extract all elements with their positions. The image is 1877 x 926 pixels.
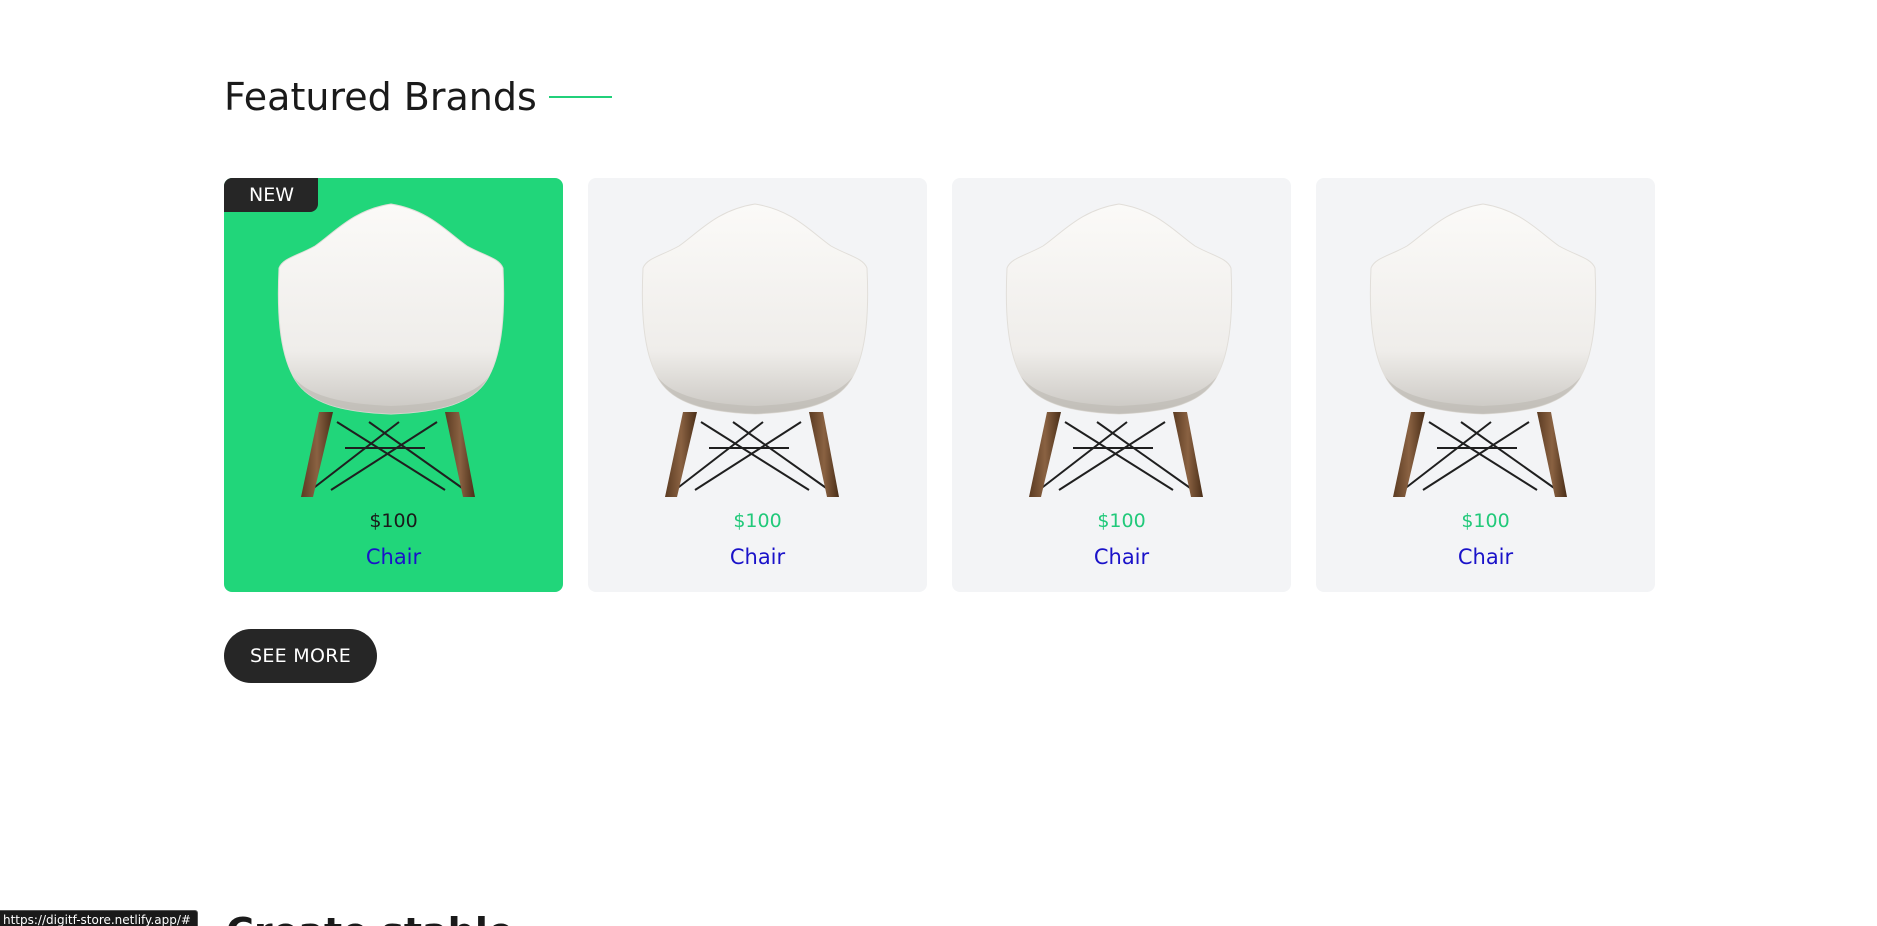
product-name-link[interactable]: Chair (952, 545, 1291, 569)
new-badge: NEW (224, 178, 319, 212)
product-price: $100 (733, 510, 782, 532)
product-price: $100 (1461, 510, 1510, 532)
product-name-link[interactable]: Chair (1316, 545, 1655, 569)
see-more-button[interactable]: SEE MORE (224, 629, 378, 683)
product-card[interactable]: $100 Chair (1316, 178, 1655, 592)
chair-image (641, 203, 869, 497)
page: Featured Brands NEW $100 Chair $100 Chai… (0, 0, 1877, 926)
chair-image (1369, 203, 1597, 497)
chair-image (1005, 203, 1233, 497)
product-grid: NEW $100 Chair $100 Chair $100 Chair $10… (224, 178, 1655, 592)
chair-image (277, 203, 505, 497)
product-card[interactable]: $100 Chair (952, 178, 1291, 592)
section-title: Featured Brands (224, 75, 537, 119)
status-bar-url: https://digitf-store.netlify.app/# (0, 910, 198, 926)
product-card[interactable]: $100 Chair (588, 178, 927, 592)
product-price: $100 (1097, 510, 1146, 532)
product-card[interactable]: NEW $100 Chair (224, 178, 563, 592)
title-accent-line (548, 96, 612, 98)
featured-brands-header: Featured Brands (224, 78, 612, 116)
product-price: $100 (369, 510, 418, 532)
product-name-link[interactable]: Chair (224, 545, 563, 569)
product-name-link[interactable]: Chair (588, 545, 927, 569)
next-section-title: Create stable (226, 913, 514, 926)
